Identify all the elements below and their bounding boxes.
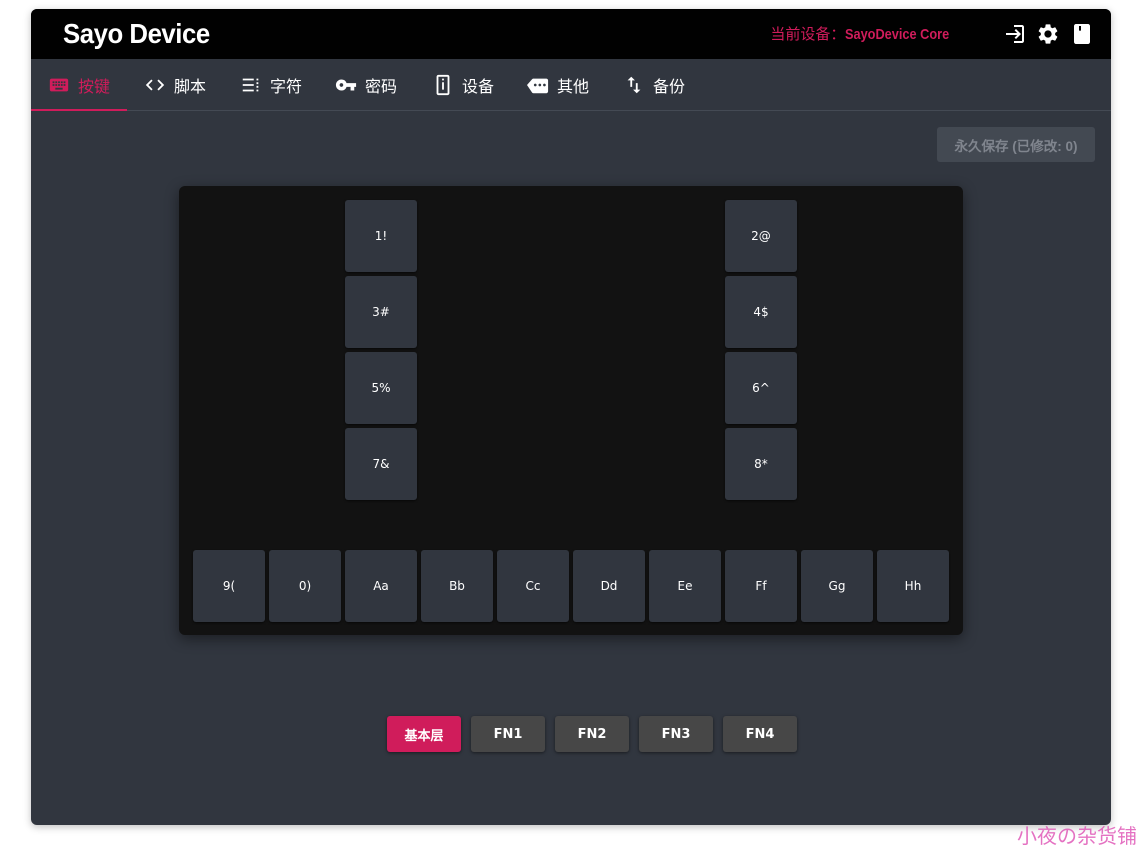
key[interactable]: 8* [725,428,797,500]
key[interactable]: 7& [345,428,417,500]
login-icon[interactable] [1002,22,1026,46]
key[interactable]: 0) [269,550,341,622]
key[interactable]: 3# [345,276,417,348]
gear-icon[interactable] [1036,22,1060,46]
app-window: Sayo Device 当前设备：SayoDevice Core 按键 脚本 字… [31,9,1111,825]
key[interactable]: Bb [421,550,493,622]
key[interactable]: Ee [649,550,721,622]
tab-label: 字符 [270,76,303,96]
tab-other[interactable]: 其他 [527,59,589,110]
tab-chars[interactable]: 字符 [240,59,302,110]
main-tabs: 按键 脚本 字符 密码 设备 其他 备份 [31,59,1111,111]
key[interactable]: Dd [573,550,645,622]
text-list-icon [242,78,259,91]
key[interactable]: Ff [725,550,797,622]
layer-base-button[interactable]: 基本层 [387,716,461,752]
layer-selector: 基本层 FN1 FN2 FN3 FN4 [387,716,807,752]
save-permanently-button[interactable]: 永久保存 (已修改: 0) [937,127,1095,162]
tab-label: 密码 [365,76,398,96]
key[interactable]: Cc [497,550,569,622]
key[interactable]: Aa [345,550,417,622]
label-more-icon [527,78,549,93]
key[interactable]: 6^ [725,352,797,424]
title-bar: Sayo Device 当前设备：SayoDevice Core [31,9,1111,59]
tab-label: 其他 [557,76,590,96]
key-icon [335,79,357,90]
book-icon[interactable] [1070,22,1094,46]
tab-password[interactable]: 密码 [335,59,397,110]
keyboard-icon [49,78,69,91]
swap-vertical-icon [627,76,641,93]
key[interactable]: 4$ [725,276,797,348]
tab-script[interactable]: 脚本 [144,59,206,110]
key[interactable]: Hh [877,550,949,622]
key[interactable]: 9( [193,550,265,622]
key[interactable]: 2@ [725,200,797,272]
key[interactable]: Gg [801,550,873,622]
tab-device[interactable]: 设备 [432,59,494,110]
layer-fn1-button[interactable]: FN1 [471,716,545,752]
code-icon [145,79,165,90]
tab-label: 设备 [462,76,495,96]
tab-label: 备份 [653,76,686,96]
device-icon [436,74,450,95]
key[interactable]: 1! [345,200,417,272]
current-device-name: SayoDevice Core [845,26,950,43]
tab-keys[interactable]: 按键 [31,59,128,111]
layer-fn3-button[interactable]: FN3 [639,716,713,752]
app-title: Sayo Device [63,18,210,49]
key[interactable]: 5% [345,352,417,424]
title-actions [1002,22,1094,46]
layer-fn2-button[interactable]: FN2 [555,716,629,752]
current-device-label: 当前设备： [770,25,846,43]
watermark: 小夜の杂货铺 [1017,824,1137,848]
tab-label: 按键 [78,76,111,96]
keyboard-layout: 1! 3# 5% 7& 2@ 4$ 6^ 8* 9( 0) Aa Bb Cc D… [179,186,963,635]
current-device: 当前设备：SayoDevice Core [770,24,968,45]
layer-fn4-button[interactable]: FN4 [723,716,797,752]
tab-backup[interactable]: 备份 [623,59,685,110]
tab-label: 脚本 [174,76,207,96]
